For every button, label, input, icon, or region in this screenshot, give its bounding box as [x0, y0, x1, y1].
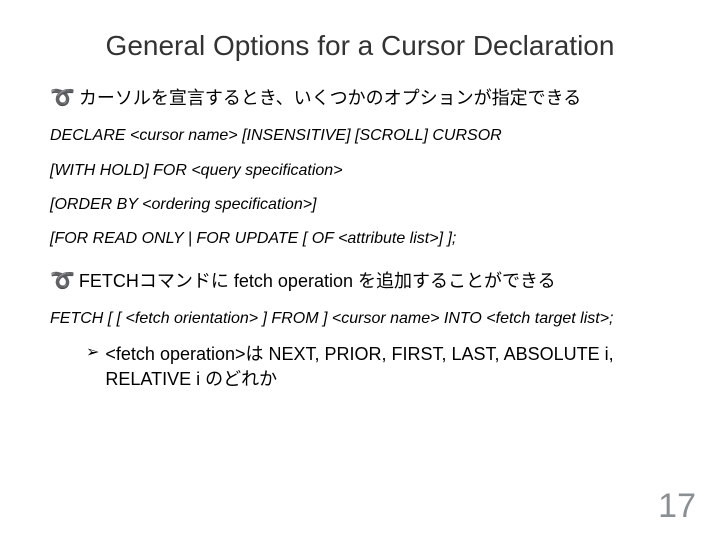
slide-title: General Options for a Cursor Declaration — [50, 30, 670, 62]
code-line-1: DECLARE <cursor name> [INSENSITIVE] [SCR… — [50, 125, 670, 147]
bullet-1: ➰ カーソルを宣言するとき、いくつかのオプションが指定できる — [50, 86, 670, 111]
bullet-icon: ➰ — [50, 86, 75, 110]
slide: General Options for a Cursor Declaration… — [0, 0, 720, 540]
bullet-1-text: カーソルを宣言するとき、いくつかのオプションが指定できる — [79, 86, 581, 111]
bullet-2: ➰ FETCHコマンドに fetch operation を追加することができる — [50, 269, 670, 294]
bullet-2-text: FETCHコマンドに fetch operation を追加することができる — [79, 269, 556, 294]
triangle-icon: ➢ — [86, 342, 99, 364]
sub-bullet-1: ➢ <fetch operation>は NEXT, PRIOR, FIRST,… — [86, 342, 670, 391]
code-line-5: FETCH [ [ <fetch orientation> ] FROM ] <… — [50, 308, 670, 330]
code-line-3: [ORDER BY <ordering specification>] — [50, 194, 670, 216]
code-line-4: [FOR READ ONLY | FOR UPDATE [ OF <attrib… — [50, 228, 670, 250]
code-line-2: [WITH HOLD] FOR <query specification> — [50, 160, 670, 182]
page-number: 17 — [658, 487, 696, 526]
bullet-icon: ➰ — [50, 269, 75, 293]
sub-bullet-1-text: <fetch operation>は NEXT, PRIOR, FIRST, L… — [105, 342, 670, 391]
